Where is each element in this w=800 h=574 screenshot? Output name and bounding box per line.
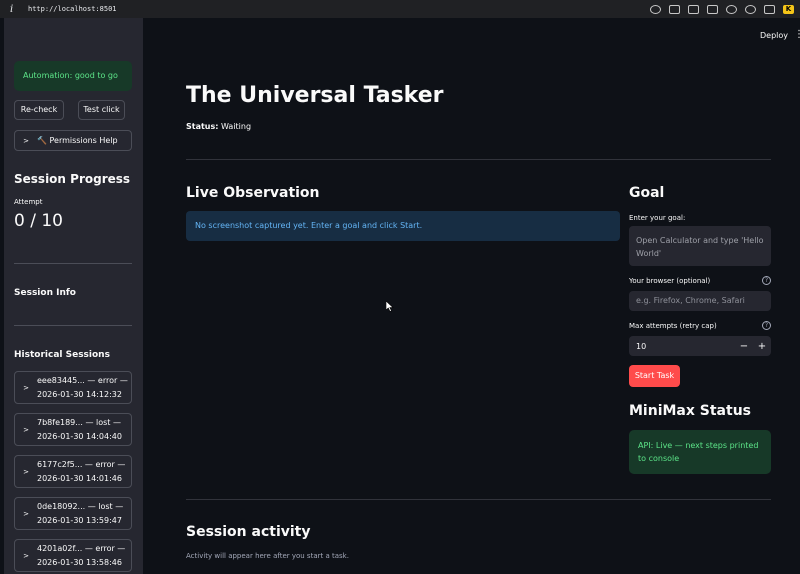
browser-toolbar: i http://localhost:8501 K [0, 0, 800, 18]
session-timestamp: 2026-01-30 14:01:46 [37, 473, 122, 483]
sidebar-divider [14, 325, 132, 326]
history-session-item[interactable]: > 7b8fe189... — lost — 2026-01-30 14:04:4… [14, 413, 132, 446]
status-label: Status: [186, 122, 219, 131]
max-attempts-value[interactable]: 10 [629, 342, 735, 351]
screenshot-icon[interactable] [669, 4, 680, 14]
session-activity-caption: Activity will appear here after you star… [186, 552, 349, 560]
history-session-item[interactable]: > eee83445... — error — 2026-01-30 14:12:… [14, 371, 132, 404]
minimax-status-alert: API: Live — next steps printed to consol… [629, 430, 771, 474]
session-id-status: 6177c2f5... — error — [37, 459, 126, 469]
increment-button[interactable]: + [753, 341, 771, 352]
permissions-help-label: 🔨 Permissions Help [37, 136, 118, 145]
recheck-button[interactable]: Re-check [14, 100, 64, 120]
permissions-help-expander[interactable]: > 🔨 Permissions Help [14, 130, 132, 151]
max-attempts-stepper[interactable]: 10 − + [629, 336, 771, 356]
help-icon[interactable]: ? [762, 321, 771, 330]
session-timestamp: 2026-01-30 13:58:46 [37, 557, 122, 567]
decrement-button[interactable]: − [735, 341, 753, 352]
chevron-right-icon: > [23, 509, 29, 518]
session-info-title: Session Info [14, 288, 76, 298]
main-menu-icon[interactable]: ⋮ [794, 29, 800, 40]
chevron-right-icon: > [23, 383, 29, 392]
attempt-label: Attempt [14, 198, 43, 206]
extension-icon[interactable]: K [783, 4, 794, 14]
test-click-button[interactable]: Test click [78, 100, 125, 120]
session-id-status: 4201a02f... — error — [37, 543, 126, 553]
deploy-button[interactable]: Deploy [760, 31, 788, 40]
info-icon[interactable]: i [10, 4, 22, 15]
browser-label: Your browser (optional) [629, 277, 711, 285]
history-session-item[interactable]: > 4201a02f... — error — 2026-01-30 13:58:… [14, 539, 132, 572]
window-icon[interactable] [707, 4, 718, 14]
session-activity-title: Session activity [186, 524, 311, 540]
session-id-status: 0de18092... — lost — [37, 501, 124, 511]
automation-status-alert: Automation: good to go [14, 61, 132, 91]
code-icon[interactable] [764, 4, 775, 14]
main-content: Deploy ⋮ The Universal Tasker Status: Wa… [143, 18, 800, 574]
browser-tools: K [650, 4, 794, 14]
section-divider [186, 499, 771, 500]
globe-icon[interactable] [726, 4, 737, 14]
address-bar[interactable]: http://localhost:8501 [28, 5, 117, 13]
goal-title: Goal [629, 185, 665, 201]
live-observation-title: Live Observation [186, 185, 320, 201]
help-icon[interactable]: ? [762, 276, 771, 285]
chevron-right-icon: > [23, 551, 29, 560]
historical-sessions-title: Historical Sessions [14, 350, 110, 360]
mouse-cursor-icon [386, 301, 394, 312]
crosshair-icon[interactable] [745, 4, 756, 14]
session-timestamp: 2026-01-30 14:12:32 [37, 389, 122, 399]
start-task-button[interactable]: Start Task [629, 365, 680, 387]
minimax-status-title: MiniMax Status [629, 403, 751, 419]
session-timestamp: 2026-01-30 13:59:47 [37, 515, 122, 525]
browser-input[interactable]: e.g. Firefox, Chrome, Safari [629, 291, 771, 311]
session-id-status: eee83445... — error — [37, 375, 128, 385]
chevron-right-icon: > [23, 425, 29, 434]
max-attempts-label: Max attempts (retry cap) [629, 322, 717, 330]
chevron-right-icon: > [23, 136, 29, 145]
session-progress-title: Session Progress [14, 172, 131, 186]
goal-input[interactable]: Open Calculator and type 'Hello World' [629, 226, 771, 266]
status-line: Status: Waiting [186, 122, 251, 131]
section-divider [186, 159, 771, 160]
sidebar-divider [14, 263, 132, 264]
attempt-value: 0 / 10 [14, 211, 63, 231]
status-value: Waiting [221, 122, 252, 131]
sidebar: Automation: good to go Re-check Test cli… [4, 18, 143, 574]
session-timestamp: 2026-01-30 14:04:40 [37, 431, 122, 441]
link-icon[interactable] [650, 4, 661, 14]
camera-icon[interactable] [688, 4, 699, 14]
goal-label: Enter your goal: [629, 214, 686, 222]
session-id-status: 7b8fe189... — lost — [37, 417, 121, 427]
chevron-right-icon: > [23, 467, 29, 476]
history-session-item[interactable]: > 6177c2f5... — error — 2026-01-30 14:01:… [14, 455, 132, 488]
history-session-item[interactable]: > 0de18092... — lost — 2026-01-30 13:59:4… [14, 497, 132, 530]
page-title: The Universal Tasker [186, 83, 444, 108]
live-observation-info: No screenshot captured yet. Enter a goal… [186, 211, 620, 241]
